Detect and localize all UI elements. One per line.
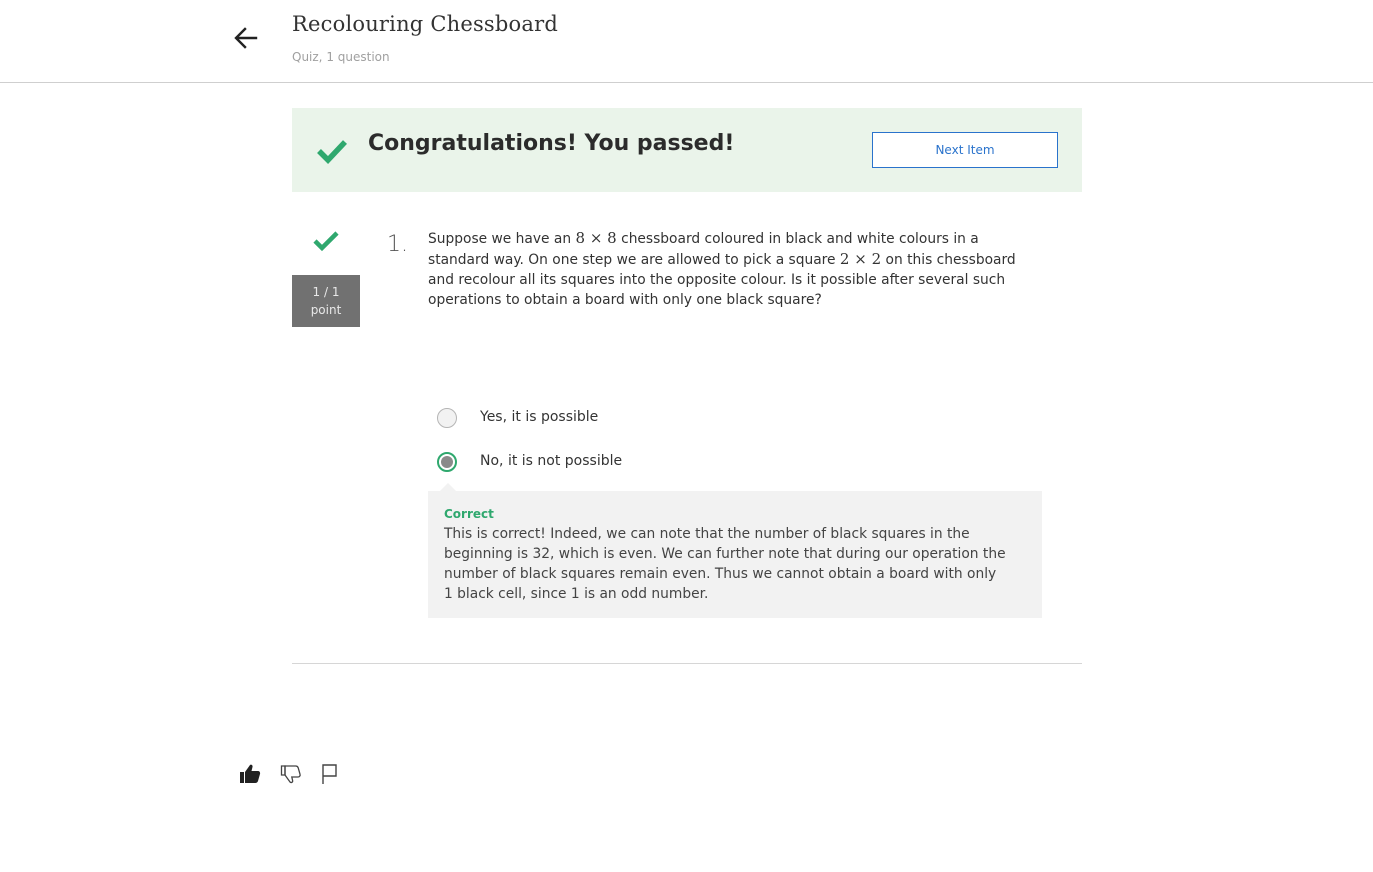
dislike-button[interactable]: [279, 762, 303, 786]
thumbs-up-icon: [240, 764, 261, 783]
pass-message: Congratulations! You passed!: [368, 131, 735, 156]
back-button[interactable]: [232, 24, 260, 52]
radio-button[interactable]: [437, 408, 457, 428]
thumbs-down-icon: [280, 765, 301, 784]
math-expression: 8 × 8: [575, 229, 617, 247]
radio-button-selected[interactable]: [437, 452, 457, 472]
question-text-part: Suppose we have an: [428, 231, 576, 247]
math-expression: 2 × 2: [839, 250, 882, 268]
flag-icon: [322, 764, 337, 784]
page-subtitle: Quiz, 1 question: [292, 50, 390, 64]
answer-option-label: Yes, it is possible: [480, 409, 599, 425]
question-text: Suppose we have an 8 × 8 chessboard colo…: [428, 228, 1040, 310]
checkmark-icon: [317, 140, 347, 164]
points-unit: point: [310, 303, 342, 317]
points-score: 1 / 1: [312, 285, 340, 299]
radio-dot: [441, 456, 453, 468]
answer-feedback: Correct This is correct! Indeed, we can …: [428, 483, 1042, 618]
pass-banner: Congratulations! You passed! Next Item: [292, 108, 1082, 192]
page-header: Recolouring Chessboard Quiz, 1 question: [0, 0, 1373, 83]
report-button[interactable]: [318, 762, 342, 786]
answer-option-label: No, it is not possible: [480, 453, 623, 469]
back-arrow-icon: [234, 27, 258, 49]
page-title: Recolouring Chessboard: [292, 12, 558, 36]
checkmark-icon: [313, 231, 339, 252]
feedback-text: This is correct! Indeed, we can note tha…: [444, 526, 1006, 602]
points-badge: 1 / 1 point: [292, 275, 360, 327]
divider: [292, 663, 1082, 664]
feedback-title: Correct: [444, 507, 494, 521]
next-item-button[interactable]: Next Item: [872, 132, 1058, 168]
like-button[interactable]: [238, 762, 262, 786]
question-number: 1.: [387, 232, 408, 257]
